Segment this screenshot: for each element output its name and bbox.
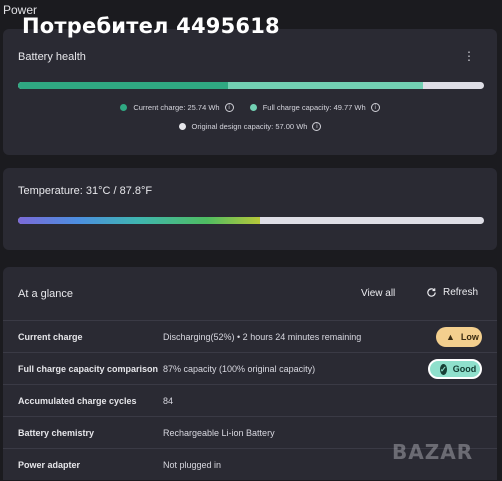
battery-health-title: Battery health bbox=[18, 51, 86, 63]
row-value: 87% capacity (100% original capacity) bbox=[163, 364, 316, 374]
row-label: Current charge bbox=[18, 332, 83, 342]
info-icon[interactable]: i bbox=[312, 122, 322, 131]
more-options-icon[interactable]: ⋮ bbox=[463, 49, 475, 63]
badge-label: Low bbox=[460, 332, 479, 342]
legend-current-charge: Current charge: 25.74 Wh i bbox=[120, 103, 234, 112]
legend-row-1: Current charge: 25.74 Wh i Full charge c… bbox=[3, 103, 497, 113]
temperature-card: Temperature: 31°C / 87.8°F bbox=[3, 168, 497, 250]
legend-row-2: Original design capacity: 57.00 Wh i bbox=[3, 122, 497, 132]
row-label: Battery chemistry bbox=[18, 428, 95, 438]
row-value: 84 bbox=[163, 396, 174, 406]
badge-label: Good bbox=[452, 364, 477, 374]
full-capacity-dot-icon bbox=[249, 104, 257, 111]
refresh-label: Refresh bbox=[443, 287, 479, 298]
legend-current-label: Current charge: 25.74 Wh bbox=[133, 103, 220, 112]
current-charge-fill bbox=[18, 82, 228, 89]
legend-design-capacity: Original design capacity: 57.00 Wh i bbox=[178, 122, 322, 131]
temperature-fill bbox=[18, 217, 261, 224]
table-row: Current charge Discharging(52%) • 2 hour… bbox=[3, 320, 497, 353]
warning-icon: ▲ bbox=[446, 332, 455, 342]
info-icon[interactable]: i bbox=[224, 103, 234, 112]
temperature-bar bbox=[18, 217, 484, 224]
row-value: Not plugged in bbox=[163, 460, 222, 470]
temperature-label: Temperature: 31°C / 87.8°F bbox=[18, 185, 153, 197]
table-row: Full charge capacity comparison 87% capa… bbox=[3, 352, 497, 385]
legend-full-capacity: Full charge capacity: 49.77 Wh i bbox=[249, 103, 380, 112]
at-a-glance-title: At a glance bbox=[18, 288, 74, 300]
status-badge-low: ▲ Low bbox=[436, 327, 482, 347]
refresh-button[interactable]: Refresh bbox=[426, 287, 478, 298]
overlay-title: Потребител 4495618 bbox=[22, 14, 280, 38]
battery-health-bar bbox=[18, 82, 484, 89]
row-label: Power adapter bbox=[18, 460, 81, 470]
row-value: Rechargeable Li-ion Battery bbox=[163, 428, 275, 438]
current-charge-dot-icon bbox=[120, 104, 128, 111]
row-label: Full charge capacity comparison bbox=[18, 364, 159, 374]
status-badge-good: ✓ Good bbox=[428, 359, 482, 379]
legend-full-label: Full charge capacity: 49.77 Wh bbox=[262, 103, 366, 112]
watermark-logo: BAZAR bbox=[392, 440, 474, 464]
table-row: Accumulated charge cycles 84 bbox=[3, 384, 497, 417]
info-icon[interactable]: i bbox=[370, 103, 380, 112]
check-icon: ✓ bbox=[440, 363, 447, 375]
legend-design-label: Original design capacity: 57.00 Wh bbox=[191, 122, 308, 131]
design-capacity-dot-icon bbox=[178, 123, 186, 130]
view-all-link[interactable]: View all bbox=[361, 288, 395, 299]
battery-health-card: Battery health ⋮ Current charge: 25.74 W… bbox=[3, 29, 497, 155]
refresh-icon bbox=[427, 288, 436, 297]
row-label: Accumulated charge cycles bbox=[18, 396, 137, 406]
row-value: Discharging(52%) • 2 hours 24 minutes re… bbox=[163, 332, 362, 342]
